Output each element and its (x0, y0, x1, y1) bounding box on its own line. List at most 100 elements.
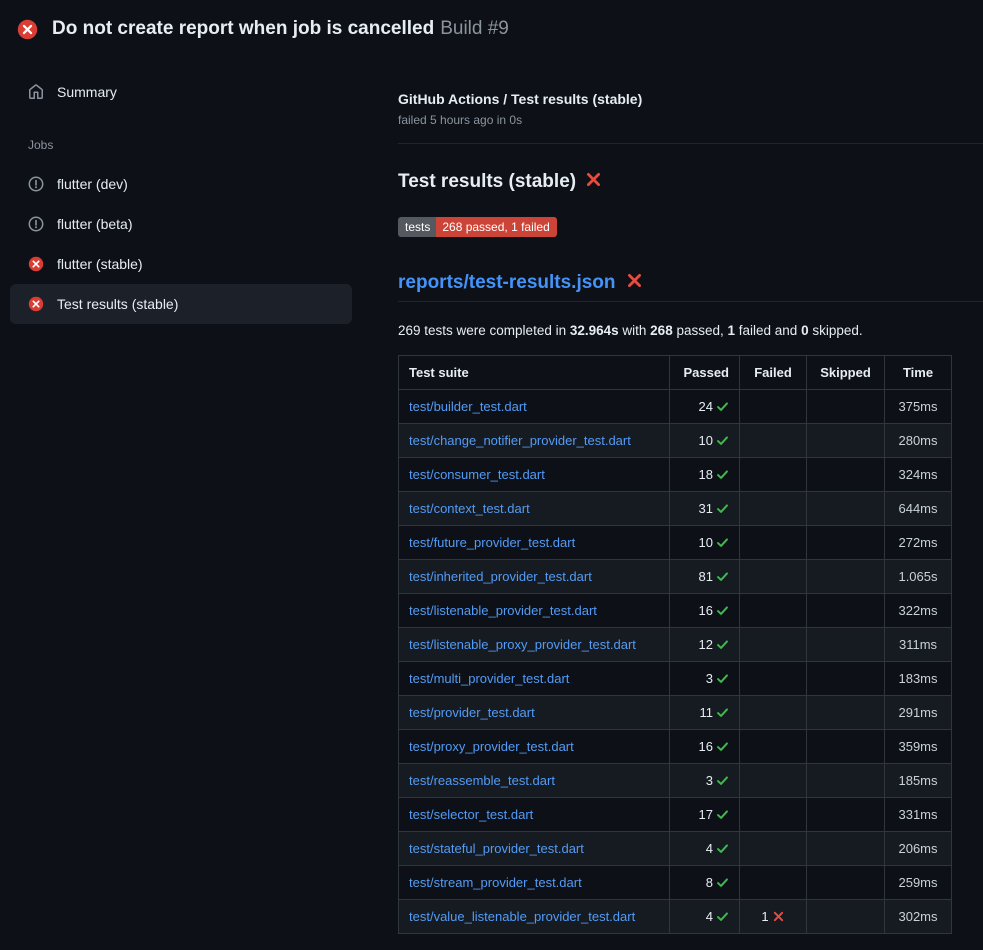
test-suite-link[interactable]: test/consumer_test.dart (409, 467, 545, 482)
table-row: test/reassemble_test.dart 3 185ms (399, 764, 952, 798)
job-label: flutter (dev) (57, 176, 128, 192)
column-header-passed: Passed (670, 356, 740, 390)
check-icon (716, 740, 729, 753)
check-icon (716, 604, 729, 617)
neutral-status-icon (28, 216, 44, 232)
check-icon (716, 400, 729, 413)
test-suite-link[interactable]: test/stateful_provider_test.dart (409, 841, 584, 856)
table-row: test/stateful_provider_test.dart 4 206ms (399, 832, 952, 866)
results-table: Test suite Passed Failed Skipped Time te… (398, 355, 952, 934)
tests-badge: tests 268 passed, 1 failed (398, 217, 557, 237)
time-value: 359ms (885, 730, 952, 764)
passed-count: 3 (706, 671, 713, 686)
passed-count: 10 (699, 535, 713, 550)
sidebar-item-test-results-stable[interactable]: Test results (stable) (10, 284, 352, 324)
time-value: 375ms (885, 390, 952, 424)
table-row: test/selector_test.dart 17 331ms (399, 798, 952, 832)
job-label: flutter (stable) (57, 256, 143, 272)
job-label: flutter (beta) (57, 216, 132, 232)
time-value: 302ms (885, 900, 952, 934)
check-icon (716, 468, 729, 481)
sidebar-item-summary[interactable]: Summary (10, 74, 352, 110)
check-icon (716, 842, 729, 855)
test-suite-link[interactable]: test/future_provider_test.dart (409, 535, 575, 550)
passed-count: 8 (706, 875, 713, 890)
passed-count: 17 (699, 807, 713, 822)
table-row: test/inherited_provider_test.dart811.065… (399, 560, 952, 594)
passed-count: 3 (706, 773, 713, 788)
time-value: 259ms (885, 866, 952, 900)
column-header-failed: Failed (740, 356, 807, 390)
sidebar-item-flutter-dev[interactable]: flutter (dev) (10, 164, 352, 204)
test-suite-link[interactable]: test/selector_test.dart (409, 807, 533, 822)
table-row: test/multi_provider_test.dart 3 183ms (399, 662, 952, 696)
test-suite-link[interactable]: test/listenable_proxy_provider_test.dart (409, 637, 636, 652)
check-icon (716, 570, 729, 583)
test-suite-link[interactable]: test/inherited_provider_test.dart (409, 569, 592, 584)
sidebar-summary-label: Summary (57, 84, 117, 100)
check-icon (716, 808, 729, 821)
passed-count: 18 (699, 467, 713, 482)
time-value: 272ms (885, 526, 952, 560)
time-value: 185ms (885, 764, 952, 798)
badge-value: 268 passed, 1 failed (436, 217, 556, 237)
main-content: GitHub Actions / Test results (stable) f… (382, 56, 983, 934)
check-icon (716, 502, 729, 515)
table-row: test/change_notifier_provider_test.dart1… (399, 424, 952, 458)
column-header-test-suite: Test suite (399, 356, 670, 390)
check-icon (716, 910, 729, 923)
test-suite-link[interactable]: test/value_listenable_provider_test.dart (409, 909, 635, 924)
check-icon (716, 774, 729, 787)
test-suite-link[interactable]: test/reassemble_test.dart (409, 773, 555, 788)
test-suite-link[interactable]: test/context_test.dart (409, 501, 530, 516)
test-suite-link[interactable]: test/multi_provider_test.dart (409, 671, 569, 686)
test-suite-link[interactable]: test/builder_test.dart (409, 399, 527, 414)
run-status-text: failed 5 hours ago in 0s (398, 113, 983, 127)
test-suite-link[interactable]: test/provider_test.dart (409, 705, 535, 720)
build-number: Build #9 (440, 18, 509, 39)
section-title-text: Test results (stable) (398, 171, 576, 193)
time-value: 280ms (885, 424, 952, 458)
time-value: 183ms (885, 662, 952, 696)
passed-count: 16 (699, 603, 713, 618)
time-value: 1.065s (885, 560, 952, 594)
passed-count: 4 (706, 841, 713, 856)
sidebar-item-flutter-beta[interactable]: flutter (beta) (10, 204, 352, 244)
time-value: 331ms (885, 798, 952, 832)
failed-count: 1 (761, 909, 768, 924)
time-value: 322ms (885, 594, 952, 628)
table-row: test/builder_test.dart 24 375ms (399, 390, 952, 424)
passed-count: 11 (700, 705, 714, 720)
passed-count: 24 (699, 399, 713, 414)
passed-count: 31 (699, 501, 713, 516)
check-icon (716, 876, 729, 889)
test-suite-link[interactable]: test/proxy_provider_test.dart (409, 739, 574, 754)
time-value: 206ms (885, 832, 952, 866)
test-suite-link[interactable]: test/listenable_provider_test.dart (409, 603, 597, 618)
check-icon (716, 672, 729, 685)
check-icon (716, 706, 729, 719)
check-icon (716, 434, 729, 447)
jobs-section-label: Jobs (10, 138, 352, 152)
badge-label: tests (398, 217, 436, 237)
table-row: test/listenable_provider_test.dart 16 322m… (399, 594, 952, 628)
column-header-time: Time (885, 356, 952, 390)
x-icon (772, 910, 785, 923)
table-row: test/proxy_provider_test.dart 16 359ms (399, 730, 952, 764)
failed-status-icon (17, 19, 38, 40)
passed-count: 16 (699, 739, 713, 754)
test-suite-link[interactable]: test/stream_provider_test.dart (409, 875, 582, 890)
table-row: test/listenable_proxy_provider_test.dart… (399, 628, 952, 662)
table-row: test/future_provider_test.dart 10 272ms (399, 526, 952, 560)
report-file-link[interactable]: reports/test-results.json (398, 272, 616, 294)
passed-count: 4 (706, 909, 713, 924)
table-row: test/provider_test.dart11291ms (399, 696, 952, 730)
run-title: Do not create report when job is cancell… (52, 18, 509, 41)
summary-line: 269 tests were completed in 32.964s with… (398, 323, 983, 338)
section-title: Test results (stable) (398, 170, 983, 193)
test-suite-link[interactable]: test/change_notifier_provider_test.dart (409, 433, 631, 448)
sidebar-item-flutter-stable[interactable]: flutter (stable) (10, 244, 352, 284)
failed-status-icon (28, 296, 44, 312)
column-header-skipped: Skipped (807, 356, 885, 390)
check-icon (716, 536, 729, 549)
